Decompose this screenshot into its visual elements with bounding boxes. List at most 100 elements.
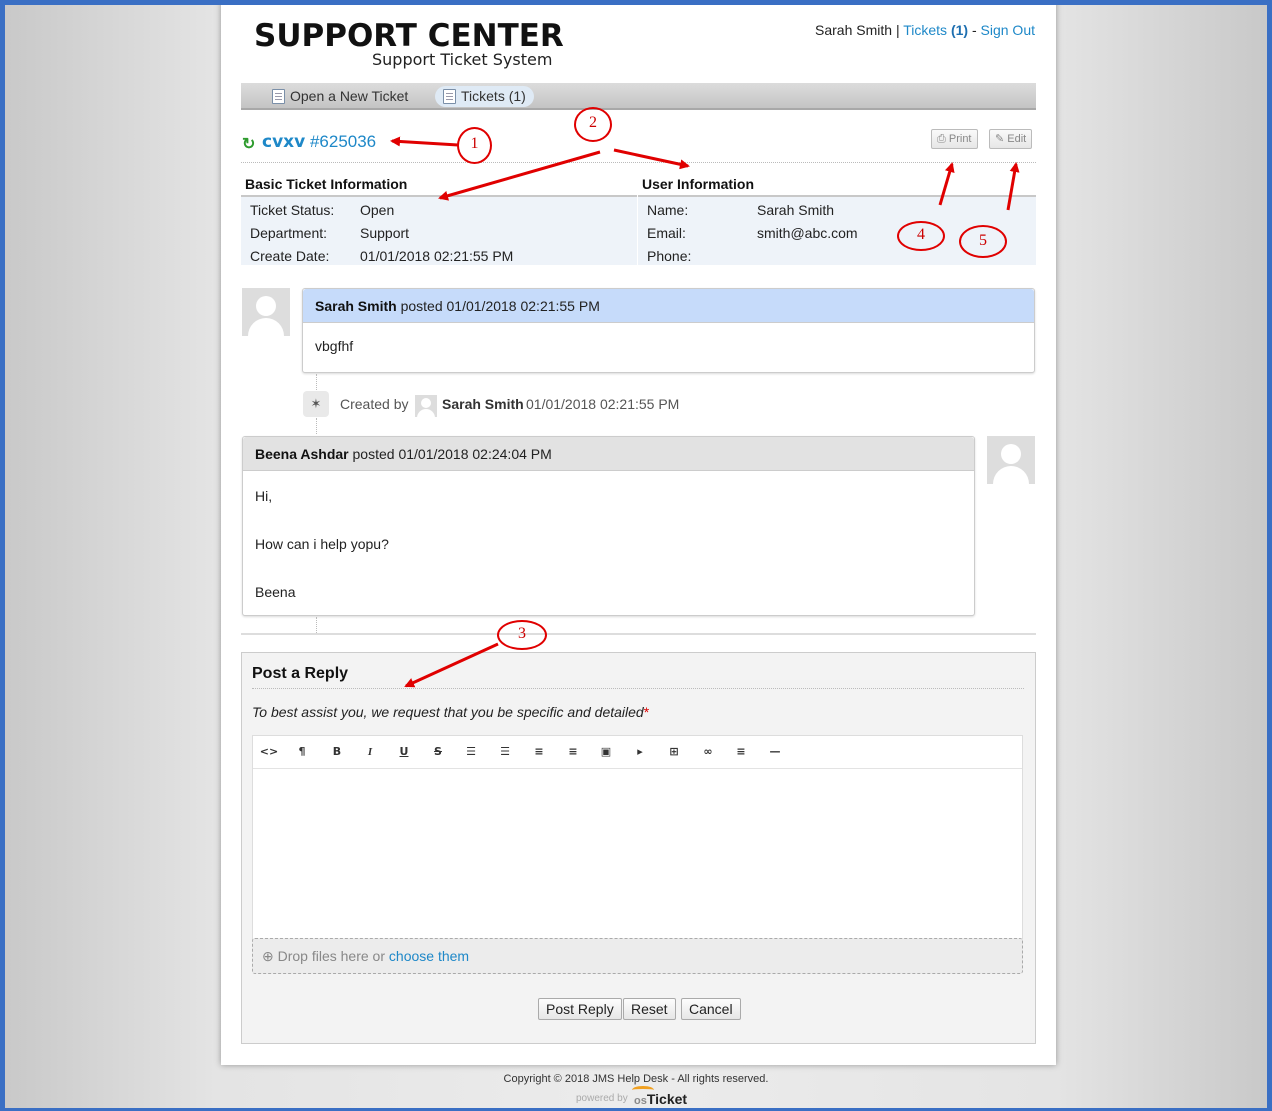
tickets-link[interactable]: Tickets (1) [903,22,968,38]
ticket-subject: cvxv [262,132,306,152]
divider [241,162,1036,163]
unordered-list-icon[interactable]: ☰ [460,744,482,760]
message-line: Hi, [255,488,273,504]
email-value: smith@abc.com [757,225,858,241]
print-icon: ⎙ [937,133,946,145]
basic-info-heading: Basic Ticket Information [245,176,408,192]
powered-by: powered by [576,1093,628,1104]
video-icon[interactable]: ▸ [629,744,651,760]
thread-connector [316,418,317,434]
magic-wand-icon: ✶ [303,391,329,417]
ticket-number: #625036 [309,132,377,151]
osticket-logo[interactable]: osTicket [632,1086,688,1107]
editor-toolbar: <> ¶ B I U S ☰ ☰ ≡ ≡ ▣ ▸ ⊞ ∞ ≡ — [253,736,1022,769]
required-mark: * [643,704,650,720]
create-date-value: 01/01/2018 02:21:55 PM [360,248,514,264]
nav-open-new-ticket-label: Open a New Ticket [290,88,409,104]
link-icon[interactable]: ∞ [697,744,719,760]
nav-tickets[interactable]: Tickets (1) [435,86,534,107]
separator: - [971,22,977,38]
annotation-label-1: 1 [470,135,479,152]
drop-text: Drop files here or [277,948,386,964]
status-value: Open [360,202,395,218]
page-container: SUPPORT CENTER Support Ticket System Sar… [221,0,1056,1065]
new-ticket-icon [272,89,285,104]
annotation-label-2: 2 [589,114,597,131]
avatar [415,395,437,417]
ordered-list-icon[interactable]: ☰ [494,744,516,760]
print-label: Print [948,133,972,145]
sign-out-link[interactable]: Sign Out [981,22,1035,38]
annotation-label-4: 4 [917,226,925,243]
nav-tickets-label: Tickets (1) [461,88,526,104]
edit-icon: ✎ [995,133,1005,145]
kangaroo-icon [632,1086,654,1094]
reply-editor[interactable]: <> ¶ B I U S ☰ ☰ ≡ ≡ ▣ ▸ ⊞ ∞ ≡ — [252,735,1023,940]
bold-icon[interactable]: B [326,744,348,760]
underline-icon[interactable]: U [393,744,415,760]
reply-hint-text: To best assist you, we request that you … [252,704,644,720]
upload-icon: ⊕ [262,948,274,964]
logo-title[interactable]: SUPPORT CENTER [254,18,564,54]
horizontal-rule-icon[interactable]: — [764,744,786,760]
footer-copyright: Copyright © 2018 JMS Help Desk - All rig… [503,1073,769,1085]
thread-connector [316,617,317,633]
code-icon[interactable]: <> [258,744,280,760]
user-info-heading: User Information [642,176,755,192]
message-author: Beena Ashdar [255,446,349,462]
ticket-title[interactable]: cvxv #625036 [262,132,376,152]
choose-files-link[interactable]: choose them [389,948,469,964]
message-timestamp: posted 01/01/2018 02:21:55 PM [400,298,600,314]
divider [252,688,1024,689]
cancel-button[interactable]: Cancel [681,998,741,1020]
tickets-count: (1) [950,22,969,38]
message-line: Beena [255,584,296,600]
osticket-ticket: Ticket [646,1091,688,1107]
osticket-os: os [634,1095,647,1107]
thread-connector [316,374,317,390]
avatar [987,436,1035,484]
paragraph-icon[interactable]: ¶ [291,744,313,760]
message-body: vbgfhf [315,338,354,354]
image-icon[interactable]: ▣ [595,744,617,760]
avatar [242,288,290,336]
message-header: Beena Ashdar posted 01/01/2018 02:24:04 … [243,437,974,471]
reply-hint: To best assist you, we request that you … [252,704,649,720]
edit-button[interactable]: ✎ Edit [989,129,1033,149]
indent-icon[interactable]: ≡ [562,744,584,760]
post-reply-form: Post a Reply To best assist you, we requ… [241,652,1036,1044]
table-icon[interactable]: ⊞ [663,744,685,760]
nav-open-new-ticket[interactable]: Open a New Ticket [264,86,416,107]
thread-message-staff: Beena Ashdar posted 01/01/2018 02:24:04 … [242,436,975,616]
file-dropzone[interactable]: ⊕ Drop files here or choose them [252,938,1023,974]
phone-label: Phone: [647,248,692,264]
thread-message-user: Sarah Smith posted 01/01/2018 02:21:55 P… [302,288,1035,373]
edit-label: Edit [1007,133,1027,145]
tickets-icon [443,89,456,104]
print-button[interactable]: ⎙ Print [931,129,978,149]
basic-info-table: Ticket Status: Open Department: Support … [241,195,637,265]
divider [241,633,1036,635]
department-label: Department: [250,225,328,241]
event-author: Sarah Smith [442,396,524,412]
name-value: Sarah Smith [757,202,835,218]
message-header: Sarah Smith posted 01/01/2018 02:21:55 P… [303,289,1034,323]
user-bar: Sarah Smith | Tickets (1) - Sign Out [815,22,1035,38]
refresh-icon[interactable]: ↻ [242,134,255,154]
create-date-label: Create Date: [250,248,330,264]
message-line: How can i help yopu? [255,536,389,552]
message-author: Sarah Smith [315,298,397,314]
reply-title: Post a Reply [252,665,349,682]
user-name: Sarah Smith [815,22,893,38]
department-value: Support [360,225,410,241]
italic-icon[interactable]: I [359,744,381,760]
strikethrough-icon[interactable]: S [427,744,449,760]
reset-button[interactable]: Reset [623,998,676,1020]
align-icon[interactable]: ≡ [730,744,752,760]
event-prefix: Created by [340,396,409,412]
post-reply-button[interactable]: Post Reply [538,998,622,1020]
outdent-icon[interactable]: ≡ [528,744,550,760]
message-timestamp: posted 01/01/2018 02:24:04 PM [352,446,552,462]
name-label: Name: [647,202,689,218]
annotation-label-3: 3 [518,625,526,642]
